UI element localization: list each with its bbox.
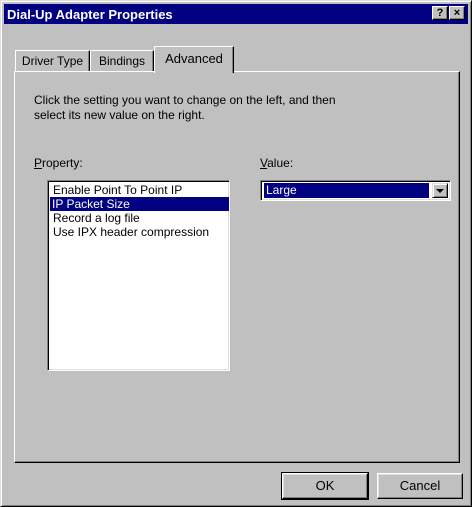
property-item-ip-packet-size[interactable]: IP Packet Size <box>50 197 229 211</box>
tab-bindings-label: Bindings <box>98 54 146 68</box>
tab-bindings[interactable]: Bindings <box>90 50 154 72</box>
instructions-text: Click the setting you want to change on … <box>34 93 454 123</box>
cancel-button-label: Cancel <box>399 478 441 493</box>
value-dropdown-selected: Large <box>263 182 430 199</box>
close-icon: × <box>453 7 461 19</box>
value-label: Value: <box>260 156 294 170</box>
tab-driver-type-label: Driver Type <box>21 54 84 68</box>
dropdown-arrow-button[interactable] <box>432 183 448 198</box>
help-icon: ? <box>436 7 444 19</box>
property-item-enable-ppp[interactable]: Enable Point To Point IP <box>51 183 184 197</box>
tab-advanced[interactable]: Advanced <box>154 46 234 73</box>
cancel-button[interactable]: Cancel <box>377 473 463 499</box>
property-item-record-log[interactable]: Record a log file <box>51 211 142 225</box>
dialog-window: Dial-Up Adapter Properties ? × Driver Ty… <box>0 0 472 507</box>
ok-button[interactable]: OK <box>281 472 369 500</box>
tab-advanced-label: Advanced <box>165 51 223 66</box>
instructions-line-1: Click the setting you want to change on … <box>34 93 336 107</box>
property-label: Property: <box>34 156 83 170</box>
title-bar[interactable]: Dial-Up Adapter Properties ? × <box>4 4 468 24</box>
value-dropdown[interactable]: Large <box>260 180 451 201</box>
tab-driver-type[interactable]: Driver Type <box>15 50 90 72</box>
property-listbox[interactable]: Enable Point To Point IP IP Packet Size … <box>47 180 230 371</box>
chevron-down-icon <box>436 189 444 193</box>
property-item-ipx-compression[interactable]: Use IPX header compression <box>51 225 211 239</box>
close-button[interactable]: × <box>449 6 465 20</box>
instructions-line-2: select its new value on the right. <box>34 108 205 122</box>
window-title: Dial-Up Adapter Properties <box>7 7 173 22</box>
ok-button-label: OK <box>315 478 335 493</box>
help-button[interactable]: ? <box>432 6 448 20</box>
